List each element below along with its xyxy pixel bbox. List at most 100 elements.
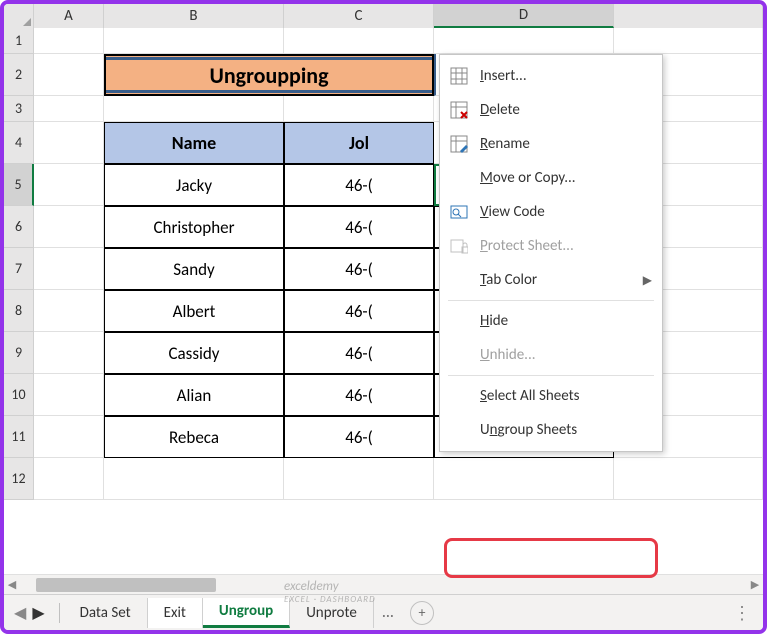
highlight-annotation: [444, 538, 658, 578]
title-cell[interactable]: Ungroupping: [104, 54, 434, 96]
cell-b11[interactable]: Rebeca: [104, 416, 284, 458]
col-header-d[interactable]: D: [434, 4, 614, 28]
cell-b10[interactable]: Alian: [104, 374, 284, 416]
menu-move-copy[interactable]: Move or Copy...: [440, 161, 662, 195]
row-header-12[interactable]: 12: [4, 458, 34, 500]
grid-delete-icon: [448, 99, 470, 121]
cell-c8[interactable]: 46-(: [284, 290, 434, 332]
col-header-b[interactable]: B: [104, 4, 284, 28]
tab-unprotect[interactable]: Unprote: [290, 598, 374, 628]
header-name[interactable]: Name: [104, 122, 284, 164]
menu-ungroup-sheets[interactable]: Ungroup Sheets: [440, 413, 662, 447]
horizontal-scrollbar[interactable]: ◀ ▶: [4, 574, 763, 594]
scroll-right-icon[interactable]: ▶: [747, 578, 763, 591]
blank-icon: [448, 419, 470, 441]
row-header-3[interactable]: 3: [4, 96, 34, 122]
cell-a1[interactable]: [34, 28, 104, 54]
row-header-7[interactable]: 7: [4, 248, 34, 290]
menu-hide-label: Hide: [480, 312, 508, 330]
menu-insert-label: Insert...: [480, 67, 527, 85]
cell-a5[interactable]: [34, 164, 104, 206]
cell-b7[interactable]: Sandy: [104, 248, 284, 290]
tab-nav-buttons: ◀ ▶: [4, 603, 55, 623]
menu-hide[interactable]: Hide: [440, 304, 662, 338]
cell-c9[interactable]: 46-(: [284, 332, 434, 374]
cell-a3[interactable]: [34, 96, 104, 122]
select-all-corner[interactable]: [4, 4, 34, 28]
cell-b9[interactable]: Cassidy: [104, 332, 284, 374]
cell-c1[interactable]: [284, 28, 434, 54]
tab-first-icon[interactable]: ◀: [14, 603, 26, 623]
app-frame: A B C D 1 2 Ungroupping 3 4 Name Jol 5 J…: [0, 0, 767, 634]
cell-a9[interactable]: [34, 332, 104, 374]
scroll-track[interactable]: [36, 578, 731, 592]
row-header-2[interactable]: 2: [4, 54, 34, 96]
tab-exit[interactable]: Exit: [148, 598, 203, 628]
tab-menu-button[interactable]: ⋮: [721, 602, 763, 624]
row-header-4[interactable]: 4: [4, 122, 34, 164]
cell-a11[interactable]: [34, 416, 104, 458]
add-sheet-button[interactable]: +: [410, 601, 434, 625]
menu-tab-color[interactable]: Tab Color ▶: [440, 263, 662, 297]
cell-a4[interactable]: [34, 122, 104, 164]
row-header-6[interactable]: 6: [4, 206, 34, 248]
menu-select-all-label: Select All Sheets: [480, 387, 580, 405]
cell-b5[interactable]: Jacky: [104, 164, 284, 206]
cell-c6[interactable]: 46-(: [284, 206, 434, 248]
cell-b6[interactable]: Christopher: [104, 206, 284, 248]
menu-separator-1: [448, 300, 654, 301]
row-header-11[interactable]: 11: [4, 416, 34, 458]
cell-a7[interactable]: [34, 248, 104, 290]
tab-next-icon[interactable]: ▶: [32, 603, 44, 623]
menu-unhide-label: Unhide...: [480, 346, 536, 364]
cell-a10[interactable]: [34, 374, 104, 416]
cell-c12[interactable]: [284, 458, 434, 500]
blank-icon: [448, 385, 470, 407]
col-header-extra[interactable]: [614, 4, 763, 28]
menu-view-code[interactable]: View Code: [440, 195, 662, 229]
menu-rename-label: Rename: [480, 135, 530, 153]
cell-a2[interactable]: [34, 54, 104, 96]
sheet-tab-bar: ◀ ▶ Data Set Exit Ungroup Unprote ... + …: [4, 594, 763, 630]
cell-d1[interactable]: [434, 28, 614, 54]
menu-move-copy-label: Move or Copy...: [480, 169, 576, 187]
blank-icon: [448, 310, 470, 332]
row-header-5[interactable]: 5: [4, 164, 34, 206]
tab-data-set[interactable]: Data Set: [64, 598, 148, 628]
header-job[interactable]: Jol: [284, 122, 434, 164]
blank-icon: [448, 167, 470, 189]
blank-icon: [448, 269, 470, 291]
cell-a12[interactable]: [34, 458, 104, 500]
cell-e1[interactable]: [614, 28, 763, 54]
cell-c11[interactable]: 46-(: [284, 416, 434, 458]
cell-e12[interactable]: [614, 458, 763, 500]
scroll-left-icon[interactable]: ◀: [4, 578, 20, 591]
menu-select-all-sheets[interactable]: Select All Sheets: [440, 379, 662, 413]
cell-b1[interactable]: [104, 28, 284, 54]
cell-c10[interactable]: 46-(: [284, 374, 434, 416]
row-header-8[interactable]: 8: [4, 290, 34, 332]
menu-insert[interactable]: Insert...: [440, 59, 662, 93]
cell-b12[interactable]: [104, 458, 284, 500]
cell-c3[interactable]: [284, 96, 434, 122]
col-header-a[interactable]: A: [34, 4, 104, 28]
menu-tab-color-label: Tab Color: [480, 271, 537, 289]
row-header-10[interactable]: 10: [4, 374, 34, 416]
row-header-1[interactable]: 1: [4, 28, 34, 54]
tab-overflow[interactable]: ...: [374, 603, 402, 622]
menu-delete[interactable]: Delete: [440, 93, 662, 127]
cell-c7[interactable]: 46-(: [284, 248, 434, 290]
cell-a8[interactable]: [34, 290, 104, 332]
menu-delete-label: Delete: [480, 101, 520, 119]
menu-rename[interactable]: Rename: [440, 127, 662, 161]
tab-ungroup[interactable]: Ungroup: [203, 598, 290, 628]
scroll-thumb[interactable]: [36, 578, 216, 592]
menu-view-code-label: View Code: [480, 203, 545, 221]
row-header-9[interactable]: 9: [4, 332, 34, 374]
cell-a6[interactable]: [34, 206, 104, 248]
cell-b8[interactable]: Albert: [104, 290, 284, 332]
cell-b3[interactable]: [104, 96, 284, 122]
col-header-c[interactable]: C: [284, 4, 434, 28]
cell-d12[interactable]: [434, 458, 614, 500]
cell-c5[interactable]: 46-(: [284, 164, 434, 206]
